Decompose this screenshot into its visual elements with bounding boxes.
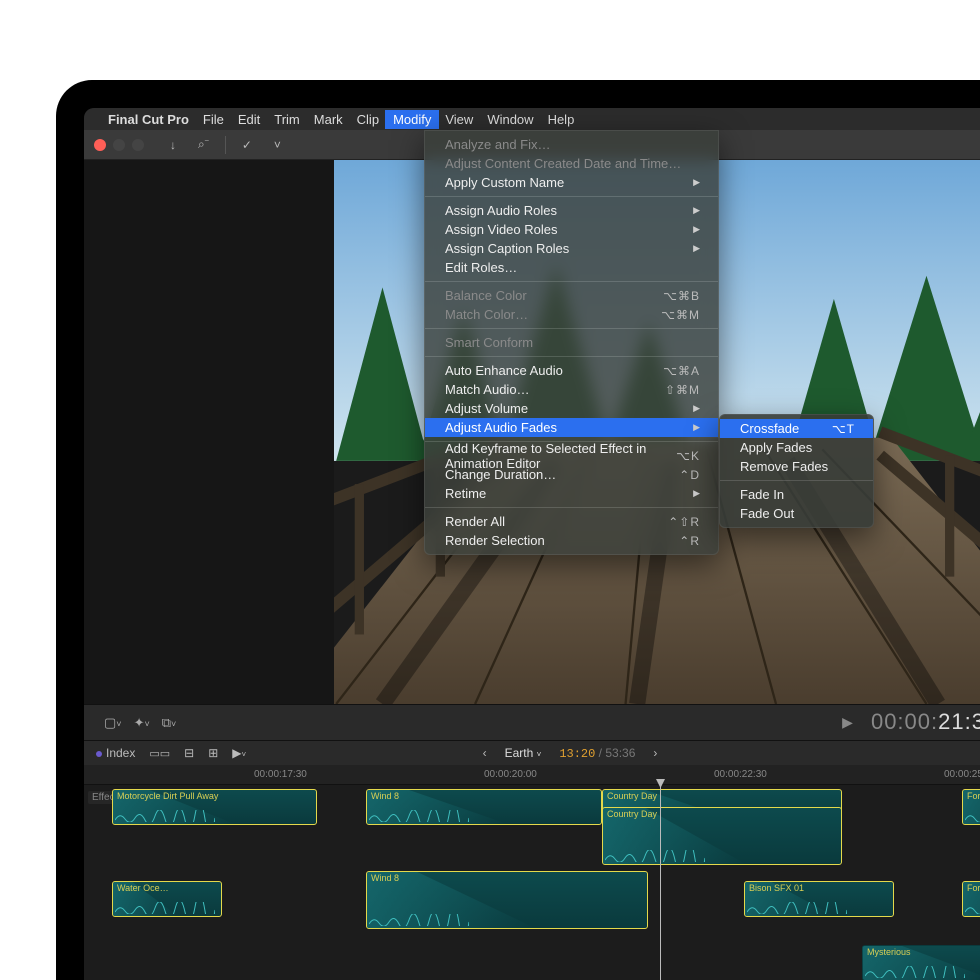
menu-modify[interactable]: Modify	[385, 110, 439, 129]
timeline[interactable]: Index ▭▭ ⊟ ⊞ ▶˅ ‹ Earth ˅ 13:20 / 53:36 …	[84, 740, 980, 980]
project-name[interactable]: Earth ˅	[505, 746, 542, 760]
menu-item[interactable]: Retime▶	[425, 484, 718, 503]
submenu-item[interactable]: Fade In	[720, 485, 873, 504]
menu-item: Smart Conform	[425, 333, 718, 352]
menu-clip[interactable]: Clip	[357, 112, 379, 127]
clip-label: Bison SFX 01	[749, 883, 804, 893]
menu-view[interactable]: View	[445, 112, 473, 127]
screen: Final Cut Pro File Edit Trim Mark Clip M…	[84, 108, 980, 980]
audio-clip[interactable]: Water Oce…	[112, 881, 222, 917]
menu-item: Analyze and Fix…	[425, 135, 718, 154]
submenu-item[interactable]: Fade Out	[720, 504, 873, 523]
timeline-tracks[interactable]: Effects Motorcycle Dirt Pull AwayWind 8C…	[84, 785, 980, 980]
audio-clip[interactable]: Forest 01	[962, 881, 980, 917]
menu-item: Match Color…⌥⌘M	[425, 305, 718, 324]
index-button[interactable]: Index	[96, 746, 135, 760]
menu-edit[interactable]: Edit	[238, 112, 260, 127]
audio-clip[interactable]: Forest 01	[962, 789, 980, 825]
clip-label: Motorcycle Dirt Pull Away	[117, 791, 218, 801]
window-traffic-lights[interactable]	[94, 139, 144, 151]
clip-connect-icon[interactable]: ⊟	[184, 746, 194, 760]
menu-mark[interactable]: Mark	[314, 112, 343, 127]
clip-label: Wind 8	[371, 791, 399, 801]
toolbar-divider	[225, 136, 226, 154]
minimize-button[interactable]	[113, 139, 125, 151]
device-frame: Final Cut Pro File Edit Trim Mark Clip M…	[56, 80, 980, 980]
timeline-timecode: 13:20 / 53:36	[559, 746, 635, 761]
audio-fades-submenu: Crossfade⌥TApply FadesRemove Fades Fade I…	[719, 414, 874, 528]
menu-window[interactable]: Window	[487, 112, 533, 127]
menu-item[interactable]: Assign Caption Roles▶	[425, 239, 718, 258]
keyword-icon[interactable]: ⌕⁻	[192, 135, 215, 154]
menu-item[interactable]: Auto Enhance Audio⌥⌘A	[425, 361, 718, 380]
menu-item: Adjust Content Created Date and Time…	[425, 154, 718, 173]
menu-item[interactable]: Add Keyframe to Selected Effect in Anima…	[425, 446, 718, 465]
play-icon[interactable]: ▶	[842, 714, 853, 731]
audio-clip[interactable]: Bison SFX 01	[744, 881, 894, 917]
menu-file[interactable]: File	[203, 112, 224, 127]
browser-sidebar	[84, 160, 334, 704]
audio-clip[interactable]: Wind 8	[366, 871, 648, 929]
zoom-button[interactable]	[132, 139, 144, 151]
toolbar-chevron-icon[interactable]: ˅	[268, 136, 287, 154]
clip-label: Forest 01	[967, 883, 980, 893]
timecode-display: 00:00:21:36	[871, 709, 980, 736]
close-button[interactable]	[94, 139, 106, 151]
submenu-item[interactable]: Remove Fades	[720, 457, 873, 476]
clip-label: Wind 8	[371, 873, 399, 883]
menu-item[interactable]: Match Audio…⇧⌘M	[425, 380, 718, 399]
crop-tool-icon[interactable]: ▢˅	[104, 715, 122, 731]
audio-clip[interactable]: Mysterious	[862, 945, 980, 980]
menu-trim[interactable]: Trim	[274, 112, 300, 127]
menu-item[interactable]: Assign Video Roles▶	[425, 220, 718, 239]
clip-label: Mysterious	[867, 947, 911, 957]
menu-item[interactable]: Adjust Volume▶	[425, 399, 718, 418]
clip-appearance-icon[interactable]: ▭▭	[149, 747, 170, 760]
background-tasks-icon[interactable]: ✓	[236, 136, 258, 154]
retime-tool-icon[interactable]: ⧉˅	[162, 715, 177, 731]
tool-select-icon[interactable]: ▶˅	[232, 746, 246, 760]
prev-edit-icon[interactable]: ‹	[483, 746, 487, 760]
submenu-item[interactable]: Crossfade⌥T	[720, 419, 873, 438]
menu-item[interactable]: Edit Roles…	[425, 258, 718, 277]
next-edit-icon[interactable]: ›	[653, 746, 657, 760]
menu-item[interactable]: Apply Custom Name▶	[425, 173, 718, 192]
menu-help[interactable]: Help	[548, 112, 575, 127]
menu-item[interactable]: Adjust Audio Fades▶	[425, 418, 718, 437]
audio-clip[interactable]: Motorcycle Dirt Pull Away	[112, 789, 317, 825]
import-icon[interactable]: ↓	[164, 136, 182, 154]
menu-item[interactable]: Render All⌃⇧R	[425, 512, 718, 531]
audio-clip[interactable]: Country Day	[602, 807, 842, 865]
viewer-transport: ▢˅ ✦˅ ⧉˅ ▶ 00:00:21:36 ▯▯	[84, 704, 980, 740]
timeline-ruler[interactable]: 00:00:17:30 00:00:20:00 00:00:22:30 00:0…	[84, 765, 980, 785]
clip-label: Water Oce…	[117, 883, 169, 893]
submenu-item[interactable]: Apply Fades	[720, 438, 873, 457]
enhance-tool-icon[interactable]: ✦˅	[134, 715, 150, 731]
app-name[interactable]: Final Cut Pro	[108, 112, 189, 127]
clip-label: Country Day	[607, 791, 657, 801]
clip-label: Forest 01	[967, 791, 980, 801]
playhead[interactable]	[660, 785, 661, 980]
timeline-toolbar: Index ▭▭ ⊟ ⊞ ▶˅ ‹ Earth ˅ 13:20 / 53:36 …	[84, 741, 980, 765]
menu-item[interactable]: Assign Audio Roles▶	[425, 201, 718, 220]
audio-clip[interactable]: Wind 8	[366, 789, 602, 825]
snap-icon[interactable]: ⊞	[208, 746, 218, 760]
clip-label: Country Day	[607, 809, 657, 819]
menu-item[interactable]: Render Selection⌃R	[425, 531, 718, 550]
menu-item: Balance Color⌥⌘B	[425, 286, 718, 305]
menubar: Final Cut Pro File Edit Trim Mark Clip M…	[84, 108, 980, 130]
